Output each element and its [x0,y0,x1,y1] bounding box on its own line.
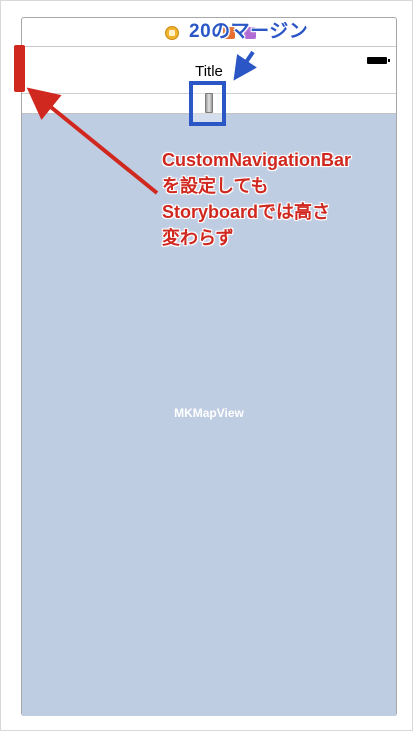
blue-arrow [233,50,257,81]
annotation-arrows [26,50,257,195]
navbar-height-annotation: CustomNavigationBar を設定しても Storyboardでは高… [162,147,392,251]
annotation-line: を設定しても [162,176,269,196]
annotation-line: CustomNavigationBar [162,150,352,170]
annotation-line: 変わらず [162,228,234,248]
annotation-line: Storyboardでは高さ [162,202,331,222]
margin-annotation: 20のマージン [189,21,309,42]
red-arrow [26,87,159,195]
